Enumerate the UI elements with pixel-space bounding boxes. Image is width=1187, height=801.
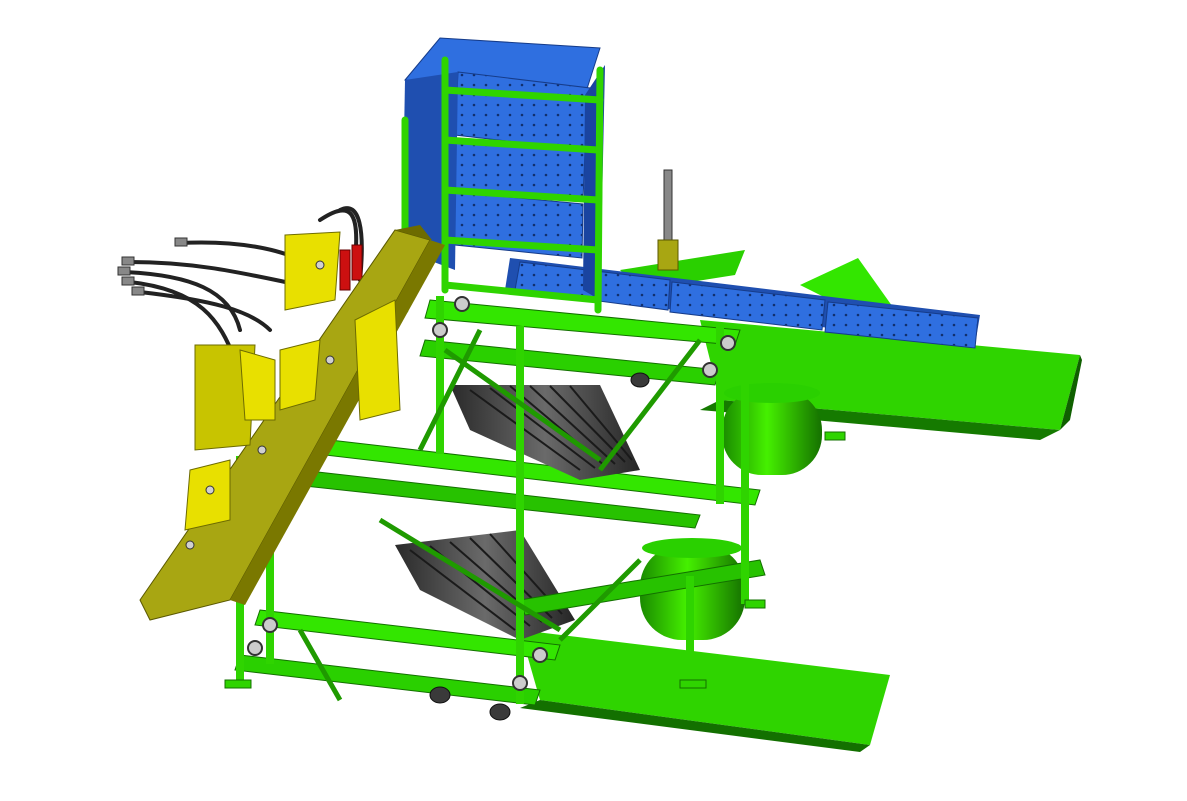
machine-render xyxy=(0,0,1187,801)
machine-drawing xyxy=(117,37,1082,752)
air-tank-upper xyxy=(722,383,822,475)
hitch-upright-tube xyxy=(657,169,679,271)
lower-discharge-tray xyxy=(520,630,890,752)
